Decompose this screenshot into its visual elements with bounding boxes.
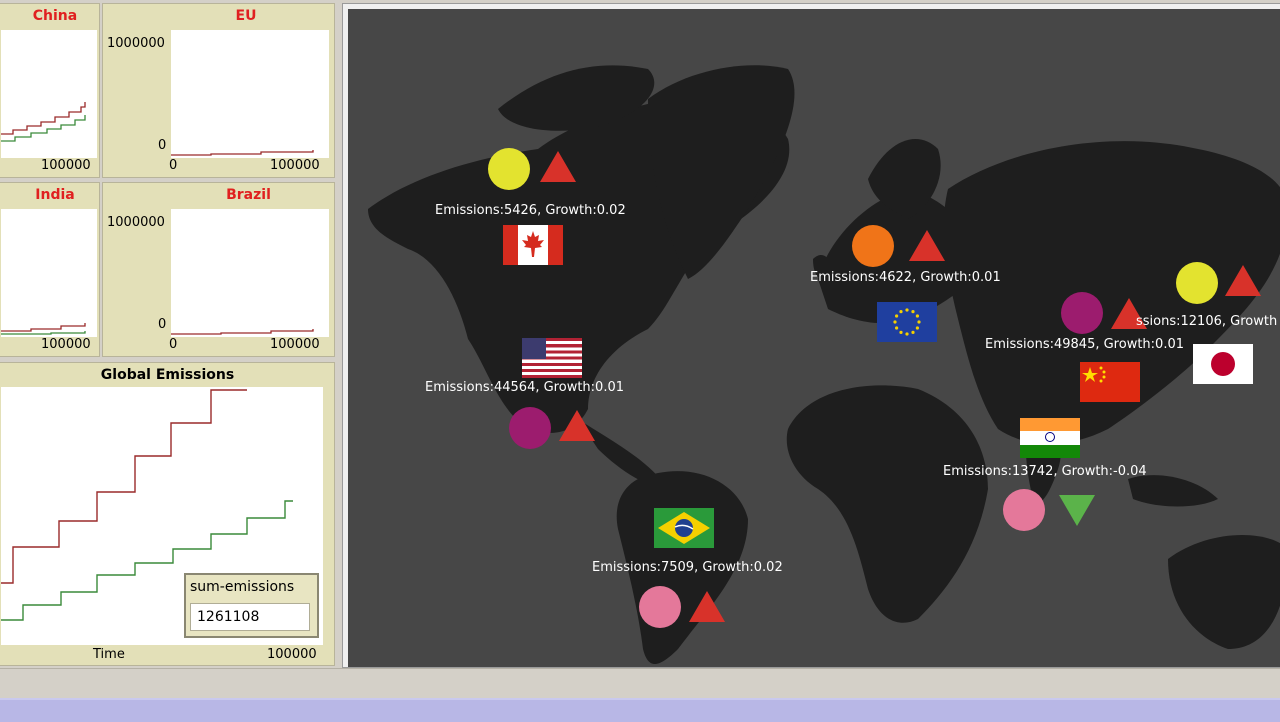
eu-plot: EU 1000000 0 0 100000 — [102, 3, 335, 178]
eu-agent-circle[interactable] — [852, 225, 894, 267]
india-trend-down-icon — [1059, 495, 1095, 526]
eu-emissions-label: Emissions:4622, Growth:0.01 — [810, 270, 1001, 285]
world-map[interactable]: Emissions:5426, Growth:0.02 Emissions:44… — [348, 9, 1280, 667]
x-label: Time — [93, 647, 125, 662]
india-plot: India 100000 — [0, 182, 100, 357]
usa-flag-icon — [522, 338, 582, 378]
eu-trend-up-icon — [909, 230, 945, 261]
series-line-red — [171, 150, 314, 156]
eu-plot-lines — [171, 150, 314, 156]
x-max-tick: 100000 — [270, 158, 320, 173]
y-max-tick: 1000000 — [107, 215, 165, 230]
plot-area — [171, 30, 329, 158]
plot-title: Global Emissions — [100, 367, 235, 383]
monitor-value: 1261108 — [190, 603, 310, 631]
usa-agent-circle[interactable] — [509, 407, 551, 449]
plot-area — [1, 30, 97, 158]
canada-trend-up-icon — [540, 151, 576, 182]
china-plot: China 100000 — [0, 3, 100, 178]
world-view[interactable]: Emissions:5426, Growth:0.02 Emissions:44… — [342, 3, 1280, 668]
series-line-red — [1, 102, 86, 135]
brazil-agent-circle[interactable] — [639, 586, 681, 628]
japan-emissions-label: ssions:12106, Growth — [1136, 314, 1278, 329]
brazil-plot-lines — [171, 329, 314, 335]
status-bar — [0, 668, 1280, 699]
x-max-tick: 100000 — [267, 647, 317, 662]
india-plot-lines — [1, 323, 86, 335]
japan-agent-circle[interactable] — [1176, 262, 1218, 304]
series-line-red — [171, 329, 314, 335]
brazil-flag-icon — [654, 508, 714, 548]
eu-flag-icon — [877, 302, 937, 342]
monitor-label: sum-emissions — [190, 579, 295, 595]
japan-flag-icon — [1193, 344, 1253, 384]
x-max-tick: 100000 — [270, 337, 320, 352]
plot-title: India — [35, 187, 75, 203]
japan-trend-up-icon — [1225, 265, 1261, 296]
sum-emissions-monitor: sum-emissions 1261108 — [184, 573, 319, 638]
plot-area — [171, 209, 329, 337]
y-min-tick: 0 — [158, 317, 167, 332]
series-line-red — [1, 389, 247, 584]
india-emissions-label: Emissions:13742, Growth:-0.04 — [943, 464, 1147, 479]
x-max-tick: 100000 — [41, 158, 91, 173]
plot-title: Brazil — [226, 187, 271, 203]
series-line-red — [1, 323, 86, 332]
taskbar — [0, 698, 1280, 722]
x-min-tick: 0 — [169, 337, 178, 352]
x-min-tick: 0 — [169, 158, 178, 173]
brazil-trend-up-icon — [689, 591, 725, 622]
canada-flag-icon — [503, 225, 563, 265]
y-min-tick: 0 — [158, 138, 167, 153]
y-max-tick: 1000000 — [107, 36, 165, 51]
china-flag-icon — [1080, 362, 1140, 402]
canada-agent-circle[interactable] — [488, 148, 530, 190]
plot-title: China — [32, 8, 78, 24]
plot-title: EU — [235, 8, 257, 24]
series-line-green — [1, 115, 86, 142]
china-emissions-label: Emissions:49845, Growth:0.01 — [985, 337, 1184, 352]
x-max-tick: 100000 — [41, 337, 91, 352]
canada-emissions-label: Emissions:5426, Growth:0.02 — [435, 203, 626, 218]
usa-emissions-label: Emissions:44564, Growth:0.01 — [425, 380, 624, 395]
usa-trend-up-icon — [559, 410, 595, 441]
china-plot-lines — [1, 102, 86, 142]
brazil-plot: Brazil 1000000 0 0 100000 — [102, 182, 335, 357]
india-agent-circle[interactable] — [1003, 489, 1045, 531]
plot-area — [1, 209, 97, 337]
india-flag-icon — [1020, 418, 1080, 458]
china-agent-circle[interactable] — [1061, 292, 1103, 334]
brazil-emissions-label: Emissions:7509, Growth:0.02 — [592, 560, 783, 575]
